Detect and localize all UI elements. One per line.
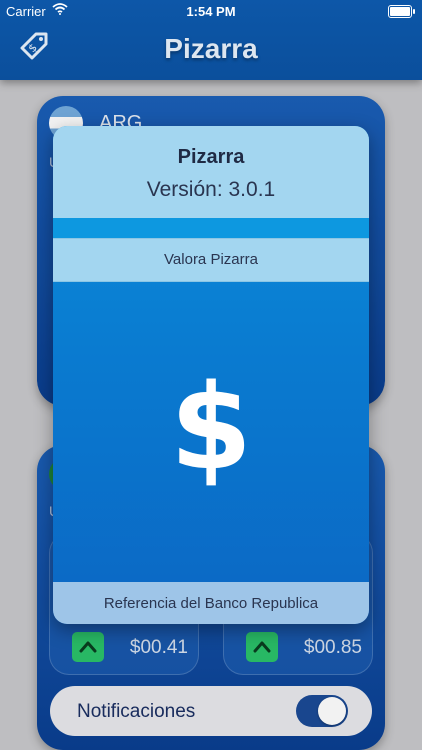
clock: 1:54 PM <box>186 4 236 19</box>
rate-app-label: Valora Pizarra <box>164 251 258 268</box>
dialog-title: Pizarra <box>177 146 245 168</box>
battery-icon <box>388 5 415 18</box>
dialog-header: Pizarra Versión: 3.0.1 <box>53 126 369 218</box>
version-label: Versión: 3.0.1 <box>146 178 276 201</box>
status-bar: Carrier 1:54 PM <box>0 0 422 22</box>
reference-label: Referencia del Banco Republica <box>103 595 319 612</box>
dialog-divider <box>53 218 369 238</box>
page-title: Pizarra <box>164 33 258 64</box>
rate-app-button[interactable]: Valora Pizarra <box>53 238 369 282</box>
dollar-icon: $ <box>169 358 253 496</box>
about-dialog: Pizarra Versión: 3.0.1 Valora Pizarra $ … <box>53 126 369 624</box>
reference-bar[interactable]: Referencia del Banco Republica <box>53 582 369 624</box>
